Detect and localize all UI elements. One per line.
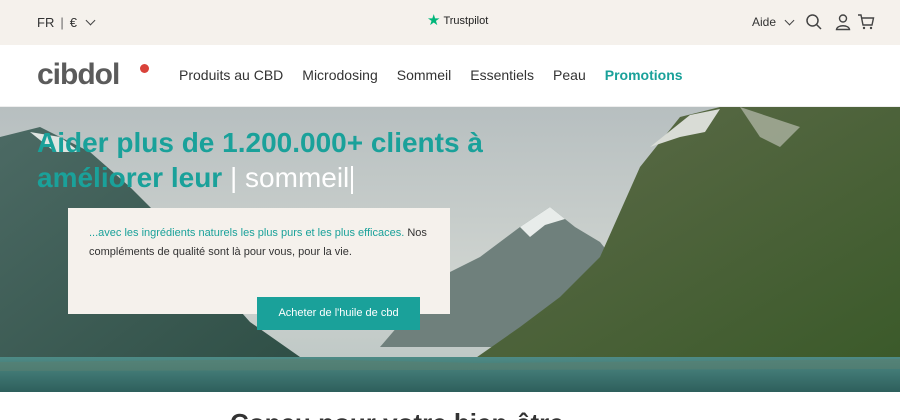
search-icon[interactable]: [805, 13, 823, 31]
trustpilot-star-icon: ★: [427, 12, 441, 29]
buy-cbd-oil-button[interactable]: Acheter de l'huile de cbd: [257, 297, 420, 330]
user-icon[interactable]: [834, 13, 852, 31]
text-cursor: [351, 165, 354, 194]
nav-item-sommeil[interactable]: Sommeil: [397, 67, 451, 83]
card-highlight-text: ...avec les ingrédients naturels les plu…: [89, 227, 405, 239]
nav-item-microdosing[interactable]: Microdosing: [302, 67, 377, 83]
nav-item-peau[interactable]: Peau: [553, 67, 586, 83]
chevron-down-icon: [784, 15, 795, 25]
language-currency-selector[interactable]: FR | €: [37, 15, 96, 30]
separator: |: [60, 15, 64, 30]
section-header: Conçu pour votre bien-être: [0, 392, 900, 420]
hero-headline: Aider plus de 1.200.000+ clients à améli…: [37, 125, 557, 195]
headline-line-1: Aider plus de 1.200.000+ clients à: [37, 127, 483, 158]
chevron-down-icon: [85, 15, 96, 26]
cart-icon[interactable]: [857, 13, 875, 31]
headline-line-2: améliorer leur: [37, 162, 223, 193]
nav-item-essentiels[interactable]: Essentiels: [470, 67, 534, 83]
nav-item-produits-cbd[interactable]: Produits au CBD: [179, 67, 283, 83]
help-menu[interactable]: Aide: [752, 15, 795, 29]
cibdol-logo[interactable]: cibdol: [37, 58, 120, 92]
language-label: FR: [37, 15, 55, 30]
section-title: Conçu pour votre bien-être: [230, 408, 564, 420]
trustpilot-link[interactable]: ★ Trustpilot: [427, 12, 489, 29]
top-utility-bar: FR | € ★ Trustpilot Aide: [0, 0, 900, 45]
logo-leaf-icon: [140, 64, 149, 73]
help-label: Aide: [752, 15, 777, 29]
currency-label: €: [69, 15, 77, 30]
trustpilot-label: Trustpilot: [443, 15, 489, 27]
nav-item-promotions[interactable]: Promotions: [605, 67, 683, 83]
typed-separator: |: [229, 162, 238, 193]
main-navigation: cibdol Produits au CBD Microdosing Somme…: [0, 45, 900, 107]
nav-menu: Produits au CBD Microdosing Sommeil Esse…: [179, 67, 683, 83]
typed-word: sommeil: [245, 162, 350, 193]
